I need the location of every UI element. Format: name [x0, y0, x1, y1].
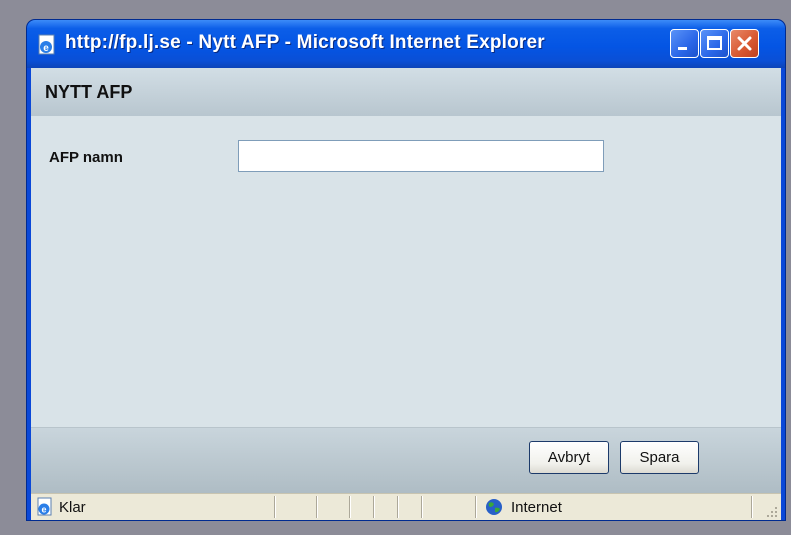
afp-name-input[interactable] [238, 140, 604, 172]
title-bar[interactable]: e http://fp.lj.se - Nytt AFP - Microsoft… [27, 20, 785, 68]
status-separator [349, 496, 350, 518]
afp-name-label: AFP namn [49, 149, 123, 166]
status-separator [421, 496, 422, 518]
status-separator [373, 496, 374, 518]
status-separator [751, 496, 752, 518]
window-title: http://fp.lj.se - Nytt AFP - Microsoft I… [65, 32, 545, 53]
page-title: NYTT AFP [45, 82, 133, 102]
status-separator [316, 496, 317, 518]
page-content: NYTT AFP AFP namn Avbryt Spara [31, 68, 781, 494]
browser-window: e http://fp.lj.se - Nytt AFP - Microsoft… [27, 20, 785, 520]
close-button[interactable] [730, 29, 759, 58]
status-text: Klar [59, 499, 86, 516]
cancel-button[interactable]: Avbryt [529, 441, 609, 474]
status-separator [274, 496, 275, 518]
globe-icon [486, 499, 502, 515]
status-separator [475, 496, 476, 518]
save-button[interactable]: Spara [620, 441, 699, 474]
svg-text:e: e [41, 505, 46, 515]
page-header: NYTT AFP [31, 68, 781, 116]
maximize-button[interactable] [700, 29, 729, 58]
minimize-button[interactable] [670, 29, 699, 58]
ie-page-icon: e [38, 34, 55, 55]
close-icon [737, 36, 752, 51]
resize-grip-icon[interactable] [764, 504, 778, 518]
status-bar: e Klar Internet [31, 493, 781, 520]
ie-page-icon: e [37, 497, 52, 516]
security-zone-label: Internet [511, 499, 562, 516]
status-separator [397, 496, 398, 518]
minimize-icon [678, 47, 687, 50]
svg-text:e: e [43, 43, 49, 54]
maximize-icon [707, 36, 722, 50]
